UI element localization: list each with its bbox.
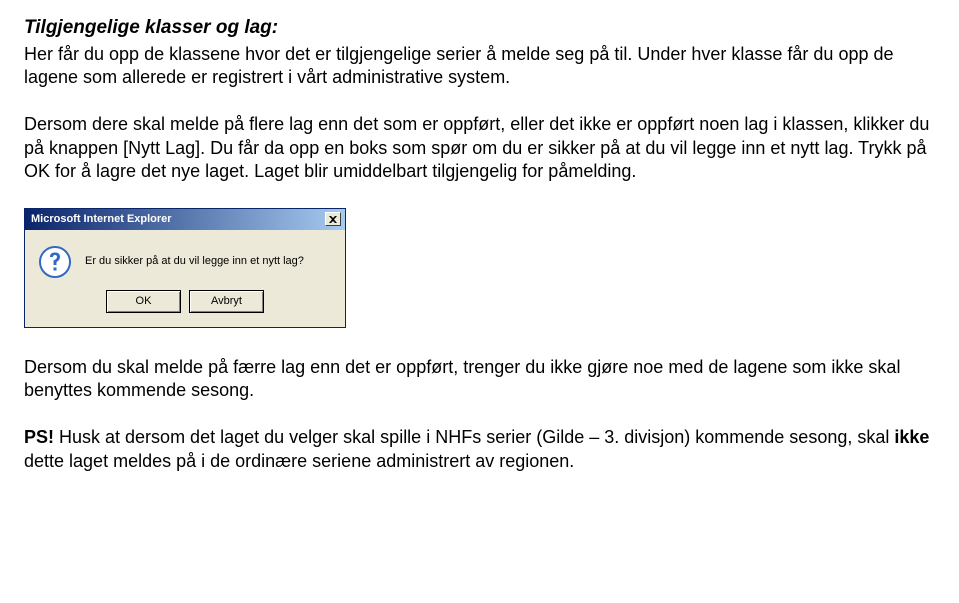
ps-emphasis: ikke	[894, 427, 929, 447]
ps-text-2: dette laget meldes på i de ordinære seri…	[24, 451, 574, 471]
close-icon[interactable]	[325, 212, 341, 226]
intro-paragraph-1: Her får du opp de klassene hvor det er t…	[24, 43, 935, 90]
section-heading: Tilgjengelige klasser og lag:	[24, 16, 935, 41]
dialog-screenshot: Microsoft Internet Explorer Er du sikker…	[24, 208, 935, 328]
ok-button[interactable]: OK	[106, 290, 181, 313]
cancel-button[interactable]: Avbryt	[189, 290, 264, 313]
intro-paragraph-2: Dersom dere skal melde på flere lag enn …	[24, 113, 935, 183]
outro-paragraph-1: Dersom du skal melde på færre lag enn de…	[24, 356, 935, 403]
dialog-body: Er du sikker på at du vil legge inn et n…	[25, 230, 345, 290]
dialog-titlebar: Microsoft Internet Explorer	[25, 209, 345, 230]
ps-text-1: Husk at dersom det laget du velger skal …	[54, 427, 894, 447]
ps-label: PS!	[24, 427, 54, 447]
dialog-button-row: OK Avbryt	[25, 290, 345, 327]
question-icon	[39, 246, 71, 278]
confirm-dialog: Microsoft Internet Explorer Er du sikker…	[24, 208, 346, 328]
outro-paragraph-ps: PS! Husk at dersom det laget du velger s…	[24, 426, 935, 473]
dialog-message: Er du sikker på at du vil legge inn et n…	[85, 246, 304, 268]
dialog-title-text: Microsoft Internet Explorer	[31, 212, 172, 226]
